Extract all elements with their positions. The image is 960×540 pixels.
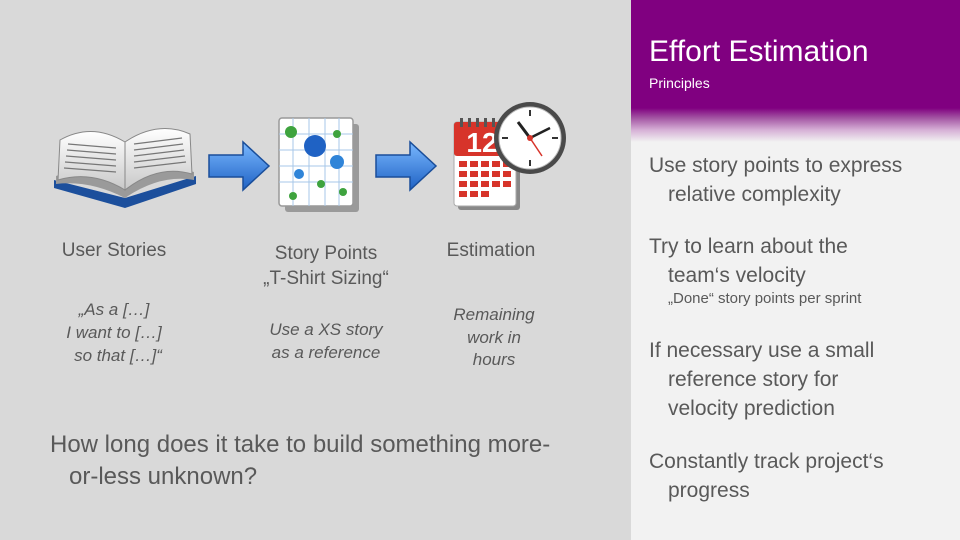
bullet-line: Use story points to express — [649, 154, 903, 177]
right-arrow-icon — [208, 140, 271, 192]
chart-grid-icon — [278, 117, 359, 212]
step-label-tshirt-sizing: „T-Shirt Sizing“ — [263, 268, 389, 289]
step-label-estimation: Estimation — [446, 240, 536, 261]
user-story-quote-line: so that […]“ — [74, 346, 162, 365]
bullet-line: team‘s velocity — [668, 264, 806, 287]
right-arrow-icon — [375, 140, 438, 192]
user-story-quote-line: I want to […] — [66, 323, 162, 342]
step-label-user-stories: User Stories — [61, 240, 167, 261]
bullet-item: Use story points to express relative com… — [649, 151, 949, 209]
bullet-item: Constantly track project‘s progress — [649, 447, 949, 505]
open-book-icon — [54, 128, 196, 208]
left-panel: 12 User Stories Story Points „T-Shirt Si… — [0, 0, 631, 540]
calendar-day: 12 — [466, 127, 497, 158]
question-line: How long does it take to build something… — [50, 431, 551, 458]
slide-subtitle: Principles — [649, 75, 710, 91]
estimation-quote-line: hours — [472, 350, 516, 369]
bullet-line: Constantly track project‘s — [649, 450, 884, 473]
question-text: How long does it take to build something… — [50, 429, 610, 493]
calendar-clock-icon: 12 — [453, 102, 566, 210]
story-points-quote-line: Use a XS story — [269, 320, 383, 339]
bullet-item: Try to learn about the team‘s velocity „… — [649, 232, 949, 308]
right-panel: Effort Estimation Principles Use story p… — [631, 0, 960, 540]
bullet-line: If necessary use a small — [649, 339, 875, 362]
title-banner: Effort Estimation Principles — [631, 0, 960, 142]
estimation-quote-line: Remaining — [453, 305, 535, 324]
bullet-line: relative complexity — [668, 183, 841, 206]
question-line: or-less unknown? — [69, 463, 258, 490]
slide-title: Effort Estimation — [649, 35, 869, 68]
bullet-line: reference story for — [668, 368, 839, 391]
slide: 12 User Stories Story Points „T-Shirt Si… — [0, 0, 960, 540]
step-label-story-points: Story Points — [274, 243, 378, 264]
bullet-line: Try to learn about the — [649, 235, 848, 258]
estimation-quote-line: work in — [467, 328, 521, 347]
bullet-line: progress — [668, 479, 750, 502]
bullet-line: velocity prediction — [668, 397, 835, 420]
user-story-quote-line: „As a […] — [78, 300, 150, 319]
bullet-subtext: „Done“ story points per sprint — [668, 290, 862, 307]
bullet-item: If necessary use a small reference story… — [649, 336, 949, 423]
story-points-quote-line: as a reference — [271, 343, 381, 362]
